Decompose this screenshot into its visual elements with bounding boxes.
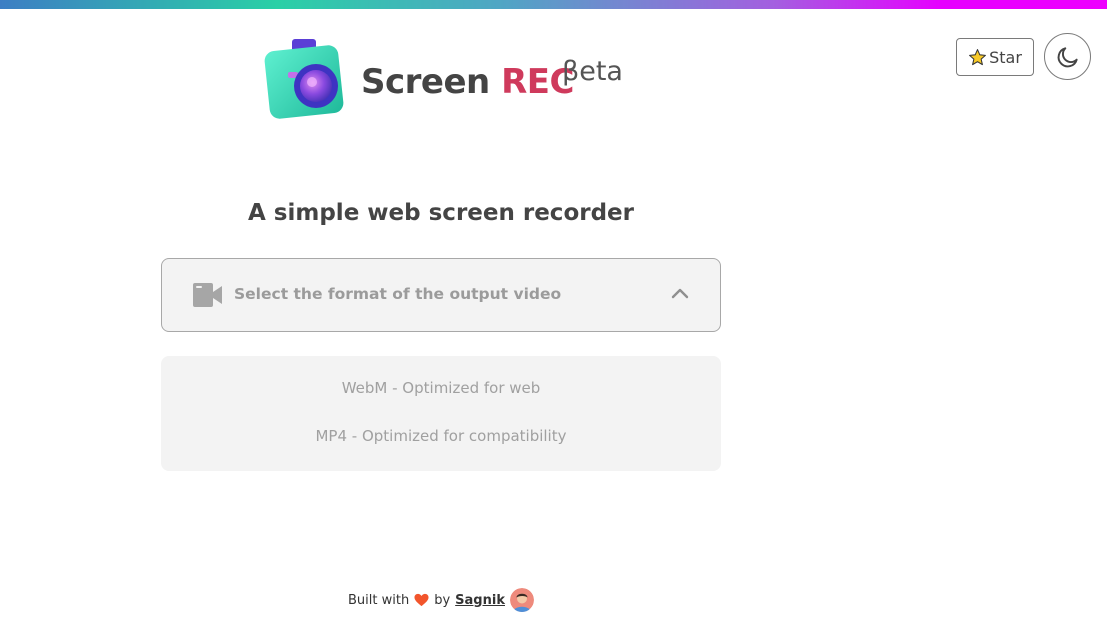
footer-built-with: Built with xyxy=(348,592,410,608)
format-options-list: WebM - Optimized for web MP4 - Optimized… xyxy=(161,356,721,471)
footer-by: by xyxy=(434,592,451,608)
app-title: Screen REC xyxy=(361,62,574,102)
beta-badge: βeta xyxy=(562,56,623,87)
format-select-placeholder: Select the format of the output video xyxy=(234,285,562,303)
author-avatar[interactable] xyxy=(509,588,534,612)
camera-logo-icon xyxy=(264,39,344,119)
star-icon xyxy=(969,48,987,65)
page-tagline: A simple web screen recorder xyxy=(248,200,634,226)
brand-header: Screen REC βeta xyxy=(264,36,644,126)
star-button-label: Star xyxy=(989,47,1022,67)
heart-icon xyxy=(414,593,429,607)
option-webm[interactable]: WebM - Optimized for web xyxy=(161,379,721,397)
author-link[interactable]: Sagnik xyxy=(455,593,505,608)
video-camera-icon xyxy=(193,283,222,307)
format-select[interactable]: Select the format of the output video xyxy=(161,258,721,332)
footer: Built with by Sagnik xyxy=(161,588,721,612)
top-gradient-bar xyxy=(0,0,1107,9)
option-mp4[interactable]: MP4 - Optimized for compatibility xyxy=(161,427,721,445)
chevron-up-icon xyxy=(671,288,689,299)
theme-toggle-button[interactable] xyxy=(1044,33,1091,80)
app-title-main: Screen xyxy=(361,62,490,102)
moon-icon xyxy=(1057,46,1078,67)
github-star-button[interactable]: Star xyxy=(956,38,1034,76)
